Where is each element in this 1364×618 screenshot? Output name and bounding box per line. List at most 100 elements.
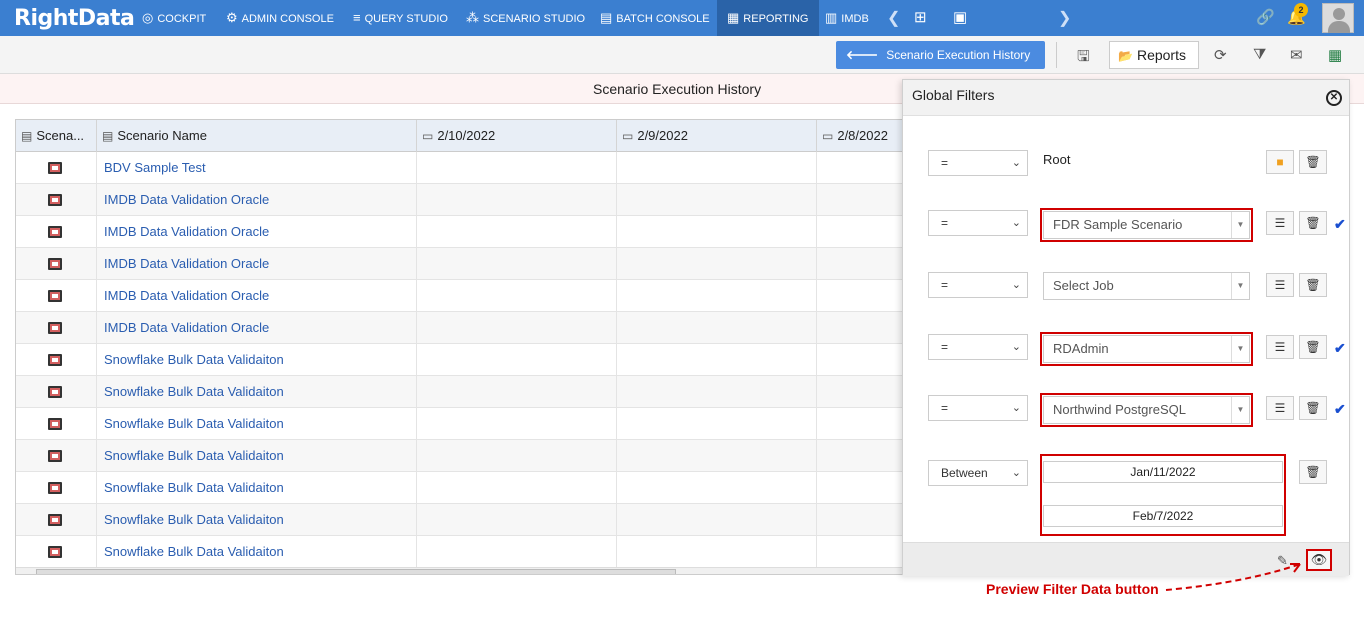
table-row[interactable]: IMDB Data Validation Oracle [16, 312, 904, 344]
check-icon: ✔ [1334, 340, 1346, 356]
table-row[interactable]: Snowflake Bulk Data Validaiton [16, 344, 904, 376]
nav-scroll-right-icon[interactable]: ❯ [1058, 8, 1071, 28]
scenario-name-link[interactable]: Snowflake Bulk Data Validaiton [97, 504, 417, 536]
operator-value: = [941, 156, 949, 170]
table-row[interactable]: Snowflake Bulk Data Validaiton [16, 536, 904, 568]
rightdata-logo[interactable]: RightData [14, 6, 135, 31]
list-button[interactable]: ☰ [1266, 335, 1294, 359]
save-icon[interactable]: 🖫 [1077, 46, 1090, 71]
list-icon: ☰ [1274, 278, 1286, 292]
delete-button[interactable]: 🗑 [1299, 460, 1327, 484]
delete-button[interactable]: 🗑 [1299, 335, 1327, 359]
trash-icon: 🗑 [1305, 278, 1321, 292]
scenario-name-link[interactable]: Snowflake Bulk Data Validaiton [97, 472, 417, 504]
table-row[interactable]: IMDB Data Validation Oracle [16, 216, 904, 248]
delete-button[interactable]: 🗑 [1299, 150, 1327, 174]
table-row[interactable]: IMDB Data Validation Oracle [16, 280, 904, 312]
table-row[interactable]: IMDB Data Validation Oracle [16, 248, 904, 280]
scenario-name-link[interactable]: Snowflake Bulk Data Validaiton [97, 536, 417, 568]
refresh-icon[interactable]: ⟳ [1214, 46, 1227, 64]
list-button[interactable]: ☰ [1266, 396, 1294, 420]
table-cell-icon [16, 216, 97, 248]
table-cell [617, 152, 817, 184]
scenario-name-link[interactable]: IMDB Data Validation Oracle [97, 248, 417, 280]
scenario-type-icon [48, 354, 62, 366]
panel-header: Global Filters ✕ [903, 80, 1349, 116]
close-icon[interactable]: ✕ [1326, 90, 1342, 106]
table-cell-icon [16, 344, 97, 376]
avatar[interactable] [1322, 3, 1354, 33]
scenario-name-link[interactable]: Snowflake Bulk Data Validaiton [97, 440, 417, 472]
horizontal-scrollbar[interactable] [16, 567, 904, 574]
job-filter-select[interactable]: Select Job ▼ [1043, 272, 1250, 300]
operator-select[interactable]: Between ⌄ [928, 460, 1028, 486]
delete-button[interactable]: 🗑 [1299, 273, 1327, 297]
scenario-name-link[interactable]: BDV Sample Test [97, 152, 417, 184]
table-row[interactable]: BDV Sample Test [16, 152, 904, 184]
scenario-name-link[interactable]: Snowflake Bulk Data Validaiton [97, 344, 417, 376]
nav-batch-console[interactable]: ▤ BATCH CONSOLE [600, 0, 710, 36]
list-button[interactable]: ☰ [1266, 211, 1294, 235]
nav-scenario-studio[interactable]: ⁂ SCENARIO STUDIO [466, 0, 585, 36]
trash-icon: 🗑 [1305, 216, 1321, 230]
filter-icon[interactable]: ⧩ [1253, 46, 1266, 63]
table-row[interactable]: IMDB Data Validation Oracle [16, 184, 904, 216]
link-icon[interactable]: 🔗 [1256, 8, 1275, 26]
date-range: Jan/11/2022 Feb/7/2022 [1040, 454, 1286, 536]
scenario-filter-select[interactable]: FDR Sample Scenario ▼ [1040, 208, 1253, 242]
column-scenario-type[interactable]: ▤ Scena... [16, 120, 97, 152]
scenario-name-link[interactable]: IMDB Data Validation Oracle [97, 312, 417, 344]
nav-reporting[interactable]: ▦ REPORTING [717, 0, 819, 36]
table-row[interactable]: Snowflake Bulk Data Validaiton [16, 408, 904, 440]
list-button[interactable]: ☰ [1266, 273, 1294, 297]
operator-select[interactable]: = ⌄ [928, 150, 1028, 176]
column-date-2[interactable]: ▭ 2/9/2022 [617, 120, 817, 152]
table-row[interactable]: Snowflake Bulk Data Validaiton [16, 376, 904, 408]
dashboard-icon[interactable]: ▣ [953, 8, 967, 26]
table-cell [417, 312, 617, 344]
column-date-3[interactable]: ▭ 2/8/2022 [817, 120, 904, 152]
user-filter-select[interactable]: RDAdmin ▼ [1040, 332, 1253, 366]
scenario-name-link[interactable]: IMDB Data Validation Oracle [97, 280, 417, 312]
gear-icon: ⚙ [226, 10, 238, 25]
table-cell [417, 504, 617, 536]
nav-cockpit[interactable]: ◎ COCKPIT [142, 0, 206, 36]
nav-imdb[interactable]: ▥ IMDB [825, 0, 869, 36]
folder-button[interactable]: ■ [1266, 150, 1294, 174]
table-row[interactable]: Snowflake Bulk Data Validaiton [16, 440, 904, 472]
cockpit-icon: ◎ [142, 10, 154, 25]
scenario-execution-history-back-button[interactable]: 🡐 Scenario Execution History [836, 41, 1045, 69]
back-button-label: Scenario Execution History [886, 48, 1031, 62]
delete-button[interactable]: 🗑 [1299, 211, 1327, 235]
column-date-1[interactable]: ▭ 2/10/2022 [417, 120, 617, 152]
operator-value: = [941, 278, 949, 292]
operator-select[interactable]: = ⌄ [928, 210, 1028, 236]
table-cell [417, 280, 617, 312]
table-row[interactable]: Snowflake Bulk Data Validaiton [16, 504, 904, 536]
operator-select[interactable]: = ⌄ [928, 395, 1028, 421]
nav-query-studio[interactable]: ≡ QUERY STUDIO [353, 0, 448, 36]
operator-select[interactable]: = ⌄ [928, 334, 1028, 360]
connection-filter-select[interactable]: Northwind PostgreSQL ▼ [1040, 393, 1253, 427]
mail-icon[interactable]: ✉ [1290, 46, 1303, 64]
nav-scroll-left-icon[interactable]: ❮ [887, 8, 900, 28]
reports-button[interactable]: 📂 Reports [1109, 41, 1199, 69]
scenario-name-link[interactable]: Snowflake Bulk Data Validaiton [97, 408, 417, 440]
scenario-name-link[interactable]: IMDB Data Validation Oracle [97, 184, 417, 216]
scenario-name-link[interactable]: IMDB Data Validation Oracle [97, 216, 417, 248]
dropdown-arrow-icon: ▼ [1231, 212, 1249, 238]
nav-admin-console[interactable]: ⚙ ADMIN CONSOLE [226, 0, 334, 36]
table-row[interactable]: Snowflake Bulk Data Validaiton [16, 472, 904, 504]
server-icon: ▤ [102, 129, 114, 143]
nav-admin-console-label: ADMIN CONSOLE [241, 13, 334, 25]
operator-select[interactable]: = ⌄ [928, 272, 1028, 298]
date-to-input[interactable]: Feb/7/2022 [1043, 505, 1283, 527]
scenario-name-link[interactable]: Snowflake Bulk Data Validaiton [97, 376, 417, 408]
scrollbar-thumb[interactable] [36, 569, 676, 574]
delete-button[interactable]: 🗑 [1299, 396, 1327, 420]
scenario-icon: ⁂ [466, 10, 479, 25]
date-from-input[interactable]: Jan/11/2022 [1043, 461, 1283, 483]
report-icon[interactable]: ⊞ [914, 8, 927, 26]
excel-icon[interactable]: ▦ [1328, 46, 1342, 64]
column-scenario-name[interactable]: ▤ Scenario Name [97, 120, 417, 152]
